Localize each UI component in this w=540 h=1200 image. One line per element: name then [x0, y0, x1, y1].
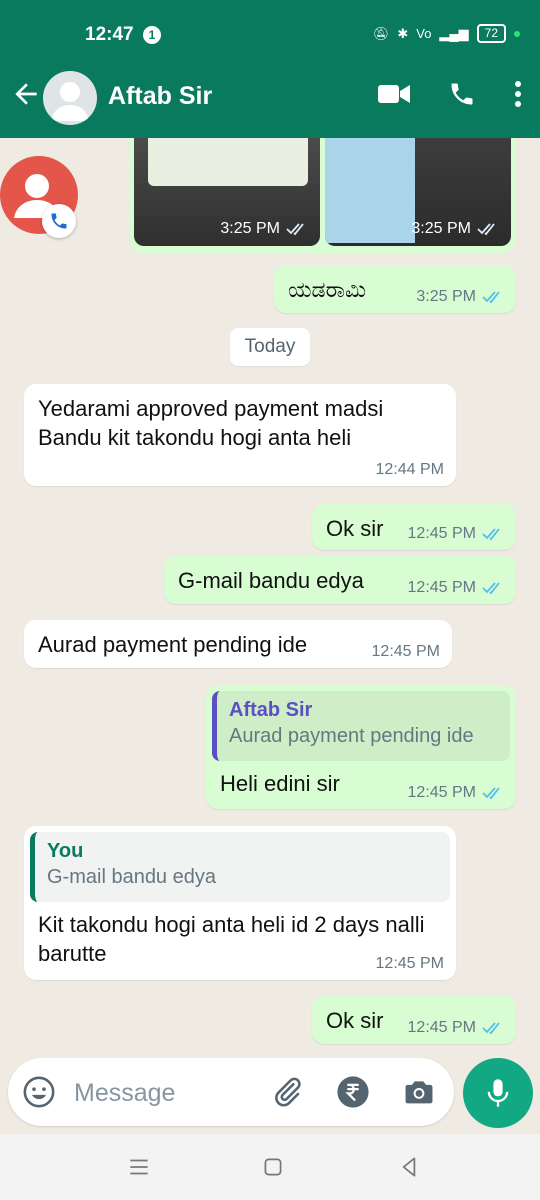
- phone-icon[interactable]: [448, 80, 476, 108]
- message-incoming[interactable]: Yedarami approved payment madsi Bandu ki…: [24, 384, 456, 486]
- image-timestamp: 3:25 PM: [220, 220, 308, 238]
- quoted-sender: You: [47, 840, 84, 862]
- message-meta: 12:45 PM: [408, 579, 504, 597]
- volte-icon: Vo: [416, 26, 432, 41]
- message-incoming-reply[interactable]: You G-mail bandu edya Kit takondu hogi a…: [24, 826, 456, 980]
- call-badge: [42, 204, 76, 238]
- day-divider: Today: [230, 328, 310, 366]
- read-ticks-icon: [482, 582, 500, 595]
- bluetooth-icon: ✱: [397, 25, 409, 41]
- message-time: 12:44 PM: [375, 461, 444, 478]
- rupee-icon[interactable]: [336, 1075, 370, 1109]
- read-ticks-icon: [286, 223, 304, 236]
- message-time: 12:45 PM: [371, 643, 440, 660]
- message-meta: 12:44 PM: [376, 461, 444, 479]
- recents-icon[interactable]: [126, 1154, 152, 1180]
- quoted-text: G-mail bandu edya: [47, 866, 216, 888]
- status-time: 12:47: [85, 24, 134, 45]
- emoji-icon[interactable]: [22, 1075, 56, 1109]
- floating-call-bubble[interactable]: [0, 156, 78, 238]
- more-icon[interactable]: [514, 80, 522, 108]
- privacy-dot-icon: [514, 30, 520, 37]
- contact-name[interactable]: Aftab Sir: [108, 82, 212, 111]
- message-outgoing[interactable]: ಯಡರಾಮಿ 3:25 PM: [274, 265, 516, 313]
- camera-icon[interactable]: [402, 1075, 436, 1109]
- message-meta: 12:45 PM: [408, 525, 504, 543]
- read-ticks-icon: [482, 291, 500, 304]
- message-time: 12:45 PM: [407, 784, 476, 801]
- message-composer: [8, 1058, 454, 1126]
- pan-card-image[interactable]: 3:25 PM: [325, 138, 511, 246]
- status-bar: 12:47 1 🔕︎ ✱ Vo ▂▄▆ 72: [0, 0, 540, 62]
- message-outgoing-reply[interactable]: Aftab Sir Aurad payment pending ide Heli…: [206, 685, 516, 809]
- message-text: Ok sir: [326, 516, 384, 541]
- message-text: ಯಡರಾಮಿ: [288, 277, 367, 302]
- chat-header: Aftab Sir: [0, 62, 540, 138]
- message-meta: 12:45 PM: [408, 1019, 504, 1037]
- message-text: G-mail bandu edya: [178, 568, 364, 593]
- message-time: 12:45 PM: [407, 525, 476, 542]
- system-nav-bar: [0, 1134, 540, 1200]
- read-ticks-icon: [482, 1022, 500, 1035]
- back-arrow-icon[interactable]: [10, 78, 42, 110]
- message-time: 3:25 PM: [416, 288, 476, 305]
- message-outgoing[interactable]: Ok sir 12:45 PM: [312, 996, 516, 1044]
- message-incoming[interactable]: Aurad payment pending ide 12:45 PM: [24, 620, 452, 668]
- mic-icon: [487, 1079, 509, 1107]
- aadhaar-card-image[interactable]: 3:25 PM: [134, 138, 320, 246]
- message-meta: 3:25 PM: [416, 288, 504, 306]
- message-text: Ok sir: [326, 1008, 384, 1033]
- status-icons: 🔕︎ ✱ Vo ▂▄▆ 72: [373, 24, 520, 43]
- video-call-icon[interactable]: [378, 83, 410, 105]
- read-ticks-icon: [482, 528, 500, 541]
- message-time: 12:45 PM: [375, 955, 444, 972]
- message-outgoing[interactable]: Ok sir 12:45 PM: [312, 504, 516, 550]
- chat-area[interactable]: 3:25 PM 3:25 PM ಯಡರಾಮಿ 3:25 PM Today Yed…: [0, 138, 540, 1058]
- signal-icon: ▂▄▆: [439, 25, 469, 41]
- contact-avatar[interactable]: [43, 71, 97, 125]
- image-timestamp: 3:25 PM: [411, 220, 499, 238]
- message-meta: 12:45 PM: [376, 955, 444, 973]
- message-meta: 12:45 PM: [372, 643, 440, 661]
- attach-icon[interactable]: [270, 1075, 304, 1109]
- notification-count-badge: 1: [143, 26, 161, 44]
- read-ticks-icon: [477, 223, 495, 236]
- battery-indicator: 72: [476, 24, 506, 43]
- quoted-text: Aurad payment pending ide: [229, 725, 474, 747]
- message-meta: 12:45 PM: [408, 784, 504, 802]
- quoted-message[interactable]: You G-mail bandu edya: [30, 832, 450, 902]
- header-actions: [378, 80, 522, 108]
- back-nav-icon[interactable]: [396, 1154, 422, 1180]
- quoted-sender: Aftab Sir: [229, 699, 313, 721]
- message-text: Yedarami approved payment madsi Bandu ki…: [38, 396, 384, 450]
- message-time: 12:45 PM: [407, 1019, 476, 1036]
- message-outgoing[interactable]: G-mail bandu edya 12:45 PM: [164, 556, 516, 604]
- mute-icon: 🔕︎: [372, 25, 390, 41]
- image-message[interactable]: 3:25 PM 3:25 PM: [130, 138, 515, 253]
- call-icon: [51, 213, 67, 229]
- message-input[interactable]: [72, 1074, 256, 1112]
- quoted-message[interactable]: Aftab Sir Aurad payment pending ide: [212, 691, 510, 761]
- message-time: 12:45 PM: [407, 579, 476, 596]
- home-icon[interactable]: [260, 1154, 286, 1180]
- read-ticks-icon: [482, 787, 500, 800]
- message-text: Aurad payment pending ide: [38, 632, 308, 657]
- voice-record-button[interactable]: [463, 1058, 533, 1128]
